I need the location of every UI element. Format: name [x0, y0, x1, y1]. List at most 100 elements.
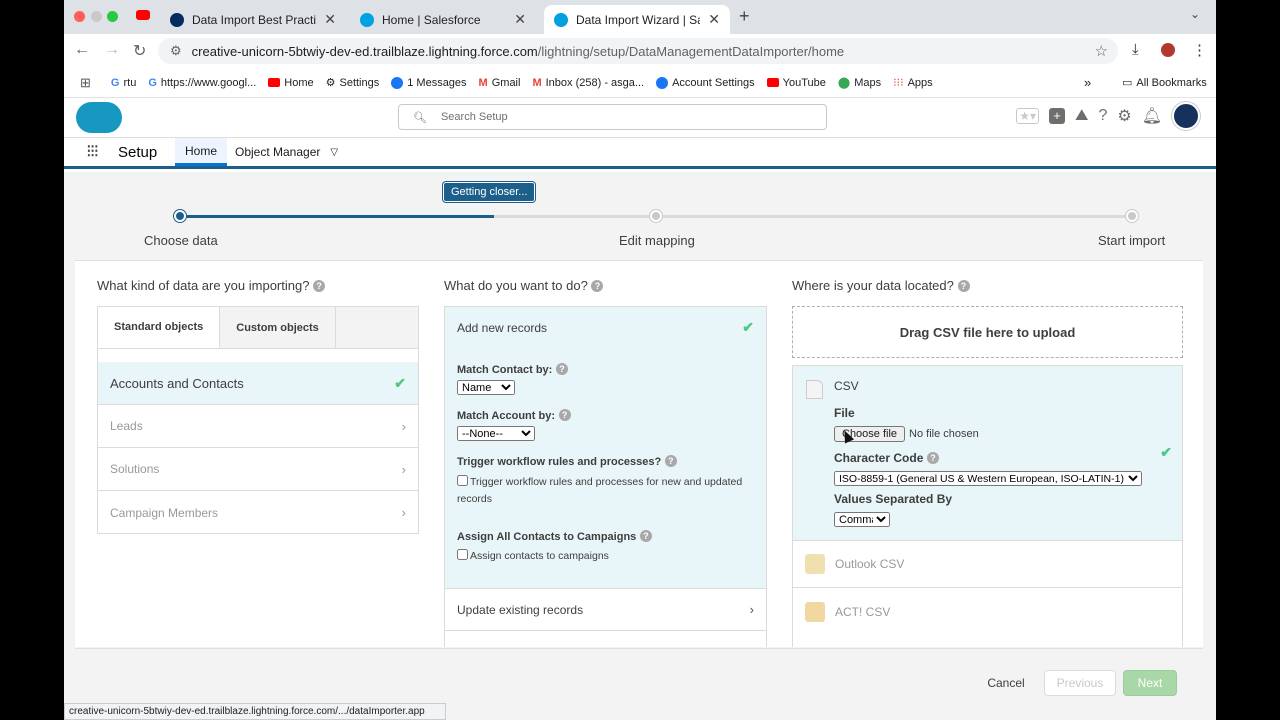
nav-tab-home[interactable]: Home	[175, 138, 228, 166]
close-window-button[interactable]	[74, 11, 85, 22]
act-icon	[805, 601, 825, 622]
help-icon[interactable]: ?	[591, 280, 604, 292]
act-csv-option[interactable]: ACT! CSV	[793, 588, 1182, 635]
download-icon[interactable]: ⤓	[1132, 41, 1139, 58]
help-icon[interactable]: ?	[957, 280, 970, 292]
close-tab-icon[interactable]: ✕	[324, 11, 336, 28]
step-marker-choose-data	[174, 210, 186, 222]
salesforce-cloud-icon	[554, 12, 568, 27]
help-icon[interactable]: ?	[664, 455, 677, 467]
close-tab-icon[interactable]: ✕	[708, 11, 720, 28]
minimize-window-button[interactable]	[91, 11, 102, 22]
salesforce-logo[interactable]	[76, 102, 122, 133]
tab-data-import-wizard[interactable]: Data Import Wizard | Salesforce ✕	[544, 5, 730, 34]
browser-menu-icon[interactable]: ⋮	[1192, 41, 1207, 59]
bookmark-apps[interactable]: ⁝⁝⁝ Apps	[893, 76, 933, 90]
assign-checkbox-label: Assign contacts to campaigns	[470, 550, 609, 562]
profile-avatar[interactable]	[1161, 43, 1175, 57]
match-account-select[interactable]: --None--	[457, 426, 535, 441]
assign-checkbox[interactable]	[457, 549, 468, 560]
chevron-down-icon[interactable]: ▽	[330, 147, 338, 158]
step-marker-edit-mapping	[650, 210, 662, 222]
help-icon[interactable]: ?	[639, 530, 652, 542]
zoom-window-button[interactable]	[107, 11, 118, 22]
bookmark-inbox[interactable]: M Inbox (258) - asga...	[532, 77, 644, 89]
more-bookmarks-icon[interactable]: »	[1084, 75, 1091, 90]
col1-heading: What kind of data are you importing? ?	[97, 278, 326, 293]
site-info-icon[interactable]: ⚙	[170, 43, 182, 59]
csv-drop-zone[interactable]: Drag CSV file here to upload	[792, 306, 1183, 358]
csv-source-option[interactable]: CSV File Choose file No file chosen Char…	[793, 366, 1182, 541]
update-existing-option[interactable]: Update existing records ›	[445, 588, 766, 631]
bookmark-gmail[interactable]: M Gmail	[479, 77, 521, 89]
bookmark-messages[interactable]: 1 Messages	[391, 76, 467, 89]
tab-search-chevron-icon[interactable]: ⌄	[1190, 7, 1200, 21]
nav-tab-object-manager[interactable]: Object Manager ▽	[225, 138, 348, 166]
bookmark-label: rtu	[123, 76, 137, 89]
help-icon[interactable]: ?	[558, 409, 571, 421]
object-row-campaign-members[interactable]: Campaign Members ›	[98, 491, 418, 534]
checkmark-icon: ✔	[1160, 444, 1172, 460]
bookmark-label: Maps	[854, 76, 882, 89]
tab-custom-objects[interactable]: Custom objects	[220, 307, 336, 348]
tab-home-salesforce[interactable]: Home | Salesforce ✕	[350, 5, 536, 34]
object-row-leads[interactable]: Leads ›	[98, 405, 418, 448]
search-setup-input[interactable]: 🔍︎ Search Setup	[398, 104, 827, 130]
chevron-right-icon: ›	[401, 418, 406, 434]
next-button[interactable]: Next	[1123, 670, 1177, 696]
separator-select[interactable]: Comma	[834, 512, 890, 527]
help-icon[interactable]: ?	[927, 452, 939, 464]
object-row-accounts-contacts[interactable]: Accounts and Contacts ✔	[98, 362, 418, 405]
app-name: Setup	[118, 144, 158, 161]
bookmark-label: Account Settings	[672, 76, 755, 89]
charset-select[interactable]: ISO-8859-1 (General US & Western Europea…	[834, 471, 1142, 486]
bookmark-youtube[interactable]: YouTube	[766, 77, 826, 89]
help-icon[interactable]: ?	[1098, 107, 1107, 125]
bookmark-home[interactable]: Home	[268, 77, 314, 89]
favorites-star-icon[interactable]: ★▾	[1016, 108, 1039, 124]
youtube-icon[interactable]	[136, 10, 150, 20]
col3-heading-text: Where is your data located?	[792, 278, 954, 293]
back-arrow-icon[interactable]: ←	[74, 41, 90, 59]
bookmark-google[interactable]: Ghttps://www.googl...	[148, 77, 256, 89]
trigger-checkbox[interactable]	[457, 475, 468, 486]
previous-button[interactable]: Previous	[1044, 670, 1116, 696]
add-new-label: Add new records	[457, 321, 548, 335]
cancel-button[interactable]: Cancel	[977, 670, 1035, 696]
close-tab-icon[interactable]: ✕	[514, 11, 526, 28]
add-new-records-option[interactable]: Add new records ✔ Match Contact by: ? Na…	[445, 307, 766, 588]
forward-arrow-icon[interactable]: →	[104, 41, 120, 59]
match-account-label: Match Account by:	[457, 410, 555, 422]
all-bookmarks[interactable]: ▭ All Bookmarks	[1122, 76, 1207, 90]
help-icon[interactable]: ?	[555, 363, 568, 375]
bookmark-star-icon[interactable]: ☆	[1095, 42, 1108, 60]
outlook-csv-option[interactable]: Outlook CSV	[793, 541, 1182, 588]
setup-gear-icon[interactable]: ⚙	[1117, 106, 1131, 126]
tab-standard-objects[interactable]: Standard objects	[98, 307, 221, 348]
assign-row: Assign contacts to campaigns	[457, 547, 609, 562]
csv-file-icon	[806, 380, 823, 399]
object-row-solutions[interactable]: Solutions ›	[98, 448, 418, 491]
match-contact-select[interactable]: Name	[457, 380, 515, 395]
col3-heading: Where is your data located? ?	[792, 278, 970, 293]
bookmark-label: Settings	[339, 76, 380, 89]
global-actions-plus-icon[interactable]: +	[1048, 108, 1065, 124]
checkmark-icon: ✔	[742, 319, 754, 335]
bookmark-account-settings[interactable]: Account Settings	[656, 76, 755, 89]
notifications-bell-icon[interactable]: 🔔︎	[1142, 106, 1162, 126]
bookmark-label: 1 Messages	[407, 76, 467, 89]
apps-grid-icon[interactable]: ⊞	[80, 75, 91, 91]
user-avatar[interactable]	[1172, 102, 1200, 130]
bookmark-maps[interactable]: ⬤ Maps	[838, 76, 882, 90]
help-icon[interactable]: ?	[313, 280, 326, 292]
app-launcher-icon[interactable]: ⁝⁝⁝	[86, 141, 99, 162]
tab-data-import-best-practices[interactable]: Data Import Best Practices ✕	[160, 5, 346, 34]
tab-title: Home | Salesforce	[382, 12, 481, 27]
bookmark-rtu[interactable]: Grtu	[111, 77, 136, 89]
bookmark-settings[interactable]: ⚙ Settings	[326, 76, 380, 90]
salesforce-cloud-icon	[360, 12, 374, 27]
new-tab-icon[interactable]: +	[739, 6, 750, 27]
reload-icon[interactable]: ↻	[133, 41, 146, 61]
address-bar[interactable]: ⚙ creative-unicorn-5btwiy-dev-ed.trailbl…	[158, 38, 1118, 64]
trailhead-guidance-icon[interactable]: ⛰	[1075, 107, 1088, 125]
